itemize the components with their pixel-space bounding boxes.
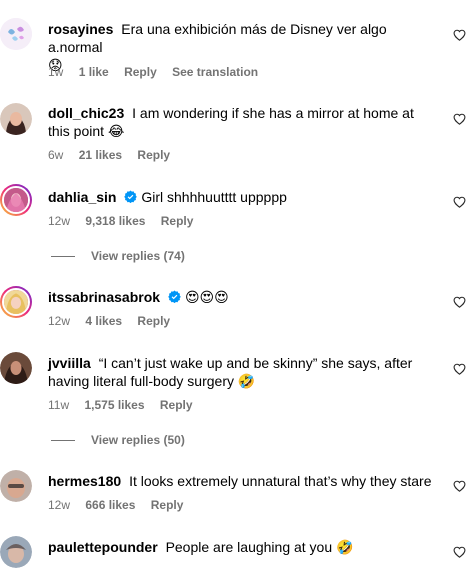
avatar[interactable] <box>0 18 32 50</box>
reply-button[interactable]: Reply <box>137 314 170 328</box>
comment-likes[interactable]: 9,318 likes <box>85 214 145 228</box>
divider <box>51 440 75 442</box>
avatar-image <box>0 470 32 502</box>
comment-text: hermes180 It looks extremely unnatural t… <box>48 472 438 490</box>
comment-username[interactable]: dahlia_sin <box>48 189 120 205</box>
comment-username[interactable]: jvviilla <box>48 355 95 371</box>
comment-time: 12w <box>48 214 71 228</box>
comment-username[interactable]: hermes180 <box>48 473 125 489</box>
avatar[interactable] <box>0 184 32 216</box>
verified-badge-icon <box>168 290 181 303</box>
avatar-photo <box>4 188 28 212</box>
avatar[interactable] <box>0 352 32 384</box>
comment-emoji: 😍😍😍 <box>184 290 229 306</box>
avatar-image <box>2 186 30 214</box>
like-heart-icon[interactable] <box>453 546 466 558</box>
comment-time: 11w <box>48 398 70 412</box>
comment-likes[interactable]: 1 like <box>79 65 109 79</box>
comment-likes[interactable]: 1,575 likes <box>84 398 144 412</box>
avatar-image <box>0 103 32 135</box>
avatar-image <box>2 288 30 316</box>
comment-body: It looks extremely unnatural that’s why … <box>129 473 432 489</box>
divider <box>51 256 75 258</box>
reply-button[interactable]: Reply <box>161 214 194 228</box>
view-replies-label: View replies (50) <box>91 433 185 447</box>
like-heart-icon[interactable] <box>453 363 466 375</box>
comment-meta: 11w 1,575 likes Reply <box>48 398 205 412</box>
comment-emoji: 🤣 <box>237 374 256 390</box>
avatar[interactable] <box>0 286 32 318</box>
avatar[interactable] <box>0 536 32 568</box>
comment-username[interactable]: paulettepounder <box>48 539 162 555</box>
comment-text: itssabrinasabrok 😍😍😍 <box>48 288 438 307</box>
reply-button[interactable]: Reply <box>151 498 184 512</box>
reply-button[interactable]: Reply <box>124 65 157 79</box>
comment-likes[interactable]: 666 likes <box>85 498 135 512</box>
avatar-photo <box>4 290 28 314</box>
comment-username[interactable]: doll_chic23 <box>48 105 128 121</box>
like-heart-icon[interactable] <box>453 29 466 41</box>
comment-username[interactable]: rosayines <box>48 21 117 37</box>
reply-button[interactable]: Reply <box>137 148 170 162</box>
comment-text: jvviilla “I can’t just wake up and be sk… <box>48 354 438 391</box>
comment-text: doll_chic23 I am wondering if she has a … <box>48 104 438 141</box>
comment-meta: 1w 1 like Reply See translation <box>48 65 270 79</box>
avatar-image <box>0 352 32 384</box>
avatar[interactable] <box>0 470 32 502</box>
like-heart-icon[interactable] <box>453 480 466 492</box>
comment-time: 6w <box>48 148 64 162</box>
like-heart-icon[interactable] <box>453 113 466 125</box>
view-replies-label: View replies (74) <box>91 249 185 263</box>
comment-likes[interactable]: 21 likes <box>79 148 122 162</box>
view-replies-button[interactable]: View replies (50) <box>51 433 185 447</box>
comment-body: People are laughing at you <box>165 539 333 555</box>
butterfly-avatar-icon <box>0 18 32 50</box>
comment-emoji: 🤣 <box>336 540 354 556</box>
comment-meta: 12w 4 likes Reply <box>48 314 182 328</box>
comment-body: “I can’t just wake up and be skinny” she… <box>48 355 413 389</box>
comment-meta: 12w 666 likes Reply <box>48 498 195 512</box>
comment-text: paulettepounder People are laughing at y… <box>48 538 438 557</box>
comment-time: 12w <box>48 498 71 512</box>
see-translation-button[interactable]: See translation <box>172 65 258 79</box>
reply-button[interactable]: Reply <box>160 398 193 412</box>
comment-meta: 6w 21 likes Reply <box>48 148 182 162</box>
comment-likes[interactable]: 4 likes <box>85 314 122 328</box>
comment-text: dahlia_sin Girl shhhhuutttt uppppp <box>48 188 438 206</box>
like-heart-icon[interactable] <box>453 296 466 308</box>
comment-time: 1w <box>48 65 64 79</box>
comment-body: Girl shhhhuutttt uppppp <box>141 189 287 205</box>
comment-emoji: 😂 <box>107 124 125 140</box>
comment-time: 12w <box>48 314 71 328</box>
avatar[interactable] <box>0 103 32 135</box>
comment-username[interactable]: itssabrinasabrok <box>48 289 164 305</box>
view-replies-button[interactable]: View replies (74) <box>51 249 185 263</box>
like-heart-icon[interactable] <box>453 196 466 208</box>
comment-meta: 12w 9,318 likes Reply <box>48 214 205 228</box>
avatar-image <box>0 536 32 568</box>
verified-badge-icon <box>124 190 138 203</box>
